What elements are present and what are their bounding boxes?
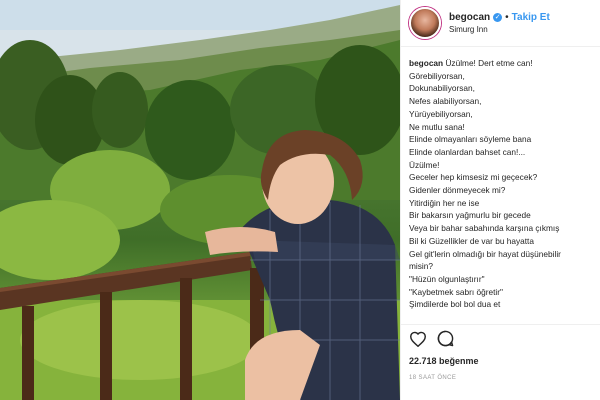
instagram-post: begocan ✓ • Takip Et Simurg Inn begocan … <box>0 0 600 400</box>
follow-button[interactable]: Takip Et <box>512 12 550 24</box>
post-side-panel: begocan ✓ • Takip Et Simurg Inn begocan … <box>400 0 600 400</box>
caption-line: Üzülme! Dert etme can! <box>445 58 533 68</box>
caption-line: Yitirdiğin her ne ise <box>409 197 480 208</box>
caption-line: Nefes alabiliyorsan, <box>409 96 482 107</box>
heart-icon[interactable] <box>409 331 427 352</box>
caption-username[interactable]: begocan <box>409 58 443 68</box>
verified-icon: ✓ <box>493 13 503 23</box>
like-count[interactable]: 22.718 beğenme <box>409 356 592 366</box>
caption-line: Yürüyebiliyorsan, <box>409 108 473 119</box>
post-header: begocan ✓ • Takip Et Simurg Inn <box>401 0 600 47</box>
caption: begocan Üzülme! Dert etme can! Görebiliy… <box>401 47 600 319</box>
caption-line: Bil ki Güzellikler de var bu hayatta <box>409 235 534 246</box>
caption-line: Veya bir bahar sabahında karşına çıkmış <box>409 223 560 234</box>
caption-line: Gidenler dönmeyecek mi? <box>409 185 506 196</box>
photo-illustration <box>0 0 400 400</box>
avatar[interactable] <box>409 7 441 39</box>
caption-line: Dokunabiliyorsan, <box>409 83 475 94</box>
caption-line: Gel git'lerin olmadığı bir hayat düşüneb… <box>409 248 561 259</box>
caption-line: Şimdilerde bol bol dua et <box>409 299 501 310</box>
caption-line: Bir bakarsın yağmurlu bir gecede <box>409 210 531 221</box>
caption-line: Görebiliyorsan, <box>409 70 465 81</box>
header-username[interactable]: begocan <box>449 12 490 24</box>
post-photo[interactable] <box>0 0 400 400</box>
location-link[interactable]: Simurg Inn <box>449 25 550 34</box>
caption-line: Üzülme! <box>409 159 440 170</box>
comment-icon[interactable] <box>437 330 454 352</box>
post-timestamp[interactable]: 18 SAAT ÖNCE <box>409 375 592 381</box>
caption-line: "Kaybetmek sabrı öğretir" <box>409 286 503 297</box>
post-actions: 22.718 beğenme 18 SAAT ÖNCE <box>401 324 600 381</box>
caption-line: Elinde olmayanları söyleme bana <box>409 134 532 145</box>
caption-line: Ne mutlu sana! <box>409 121 465 132</box>
header-separator: • <box>505 12 509 24</box>
caption-line: "Hüzün olgunlaştırır" <box>409 273 485 284</box>
caption-line: Geceler hep kimsesiz mi geçecek? <box>409 172 538 183</box>
caption-line: Elinde olanlardan bahset can!... <box>409 146 526 157</box>
caption-line: misin? <box>409 261 433 272</box>
